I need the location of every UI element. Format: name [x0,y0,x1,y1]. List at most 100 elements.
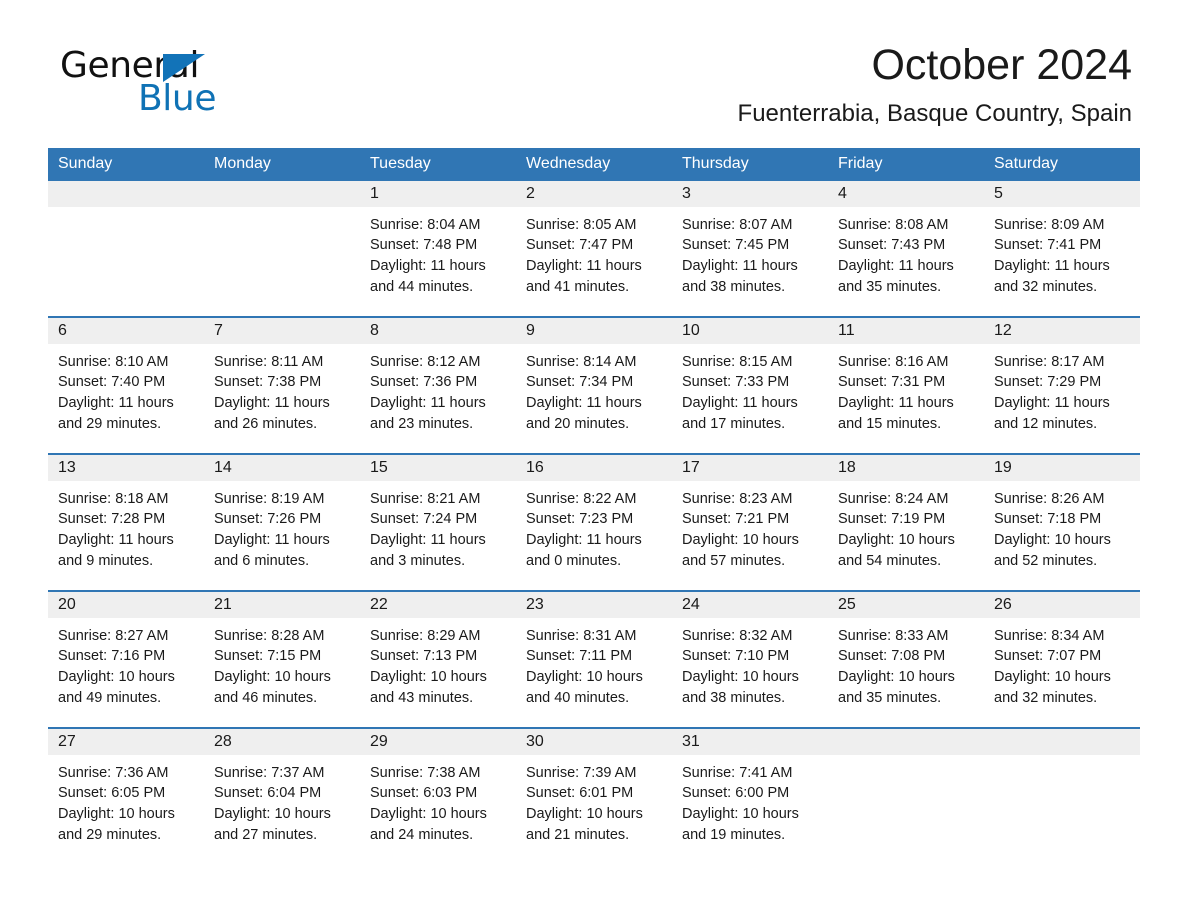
day-number: 26 [984,591,1140,618]
sunset-text: Sunset: 7:36 PM [370,374,478,391]
daylight-text: Daylight: 11 hours and 26 minutes. [214,394,330,432]
weekday-header-row: Sunday Monday Tuesday Wednesday Thursday… [48,148,1140,181]
weekday-header-thursday: Thursday [672,148,828,181]
calendar-day-cell[interactable]: 10 Sunrise: 8:15 AM Sunset: 7:33 PM Dayligh… [672,315,828,454]
calendar-day-cell[interactable]: 23 Sunrise: 8:31 AM Sunset: 7:11 PM Dayligh… [516,589,672,728]
day-details: Sunrise: 8:10 AM Sunset: 7:40 PM Daylight:… [48,344,204,434]
sunset-text: Sunset: 7:16 PM [58,648,166,665]
sunrise-text: Sunrise: 8:22 AM [526,490,637,507]
day-details: Sunrise: 8:34 AM Sunset: 7:07 PM Daylight:… [984,618,1140,708]
day-details: Sunrise: 8:16 AM Sunset: 7:31 PM Daylight:… [828,344,984,434]
day-number: 8 [360,317,516,344]
day-details: Sunrise: 8:19 AM Sunset: 7:26 PM Daylight:… [204,481,360,571]
sunrise-text: Sunrise: 8:18 AM [58,490,169,507]
daylight-text: Daylight: 11 hours and 0 minutes. [526,531,642,569]
calendar-day-cell-empty [828,726,984,864]
daylight-text: Daylight: 11 hours and 38 minutes. [682,257,798,295]
calendar-day-cell[interactable]: 5 Sunrise: 8:09 AM Sunset: 7:41 PM Daylight… [984,180,1140,317]
sunset-text: Sunset: 7:19 PM [838,511,946,528]
sunset-text: Sunset: 7:08 PM [838,648,946,665]
calendar-week-row: 27 Sunrise: 7:36 AM Sunset: 6:05 PM Dayligh… [48,726,1140,864]
calendar-day-cell[interactable]: 25 Sunrise: 8:33 AM Sunset: 7:08 PM Dayligh… [828,589,984,728]
sunset-text: Sunset: 7:26 PM [214,511,322,528]
day-details: Sunrise: 7:41 AM Sunset: 6:00 PM Daylight:… [672,755,828,845]
calendar-day-cell[interactable]: 18 Sunrise: 8:24 AM Sunset: 7:19 PM Dayligh… [828,452,984,591]
sunset-text: Sunset: 7:33 PM [682,374,790,391]
day-number: 6 [48,317,204,344]
calendar-day-cell[interactable]: 24 Sunrise: 8:32 AM Sunset: 7:10 PM Dayligh… [672,589,828,728]
calendar-day-cell[interactable]: 22 Sunrise: 8:29 AM Sunset: 7:13 PM Dayligh… [360,589,516,728]
day-number: 19 [984,454,1140,481]
weekday-header-friday: Friday [828,148,984,181]
brand-logo[interactable]: General Blue [60,48,380,120]
daylight-text: Daylight: 10 hours and 29 minutes. [58,805,175,843]
sunset-text: Sunset: 7:23 PM [526,511,634,528]
calendar-day-cell[interactable]: 13 Sunrise: 8:18 AM Sunset: 7:28 PM Dayligh… [48,452,204,591]
sunrise-text: Sunrise: 8:19 AM [214,490,325,507]
day-details: Sunrise: 8:33 AM Sunset: 7:08 PM Daylight:… [828,618,984,708]
calendar-day-cell[interactable]: 12 Sunrise: 8:17 AM Sunset: 7:29 PM Dayligh… [984,315,1140,454]
sunset-text: Sunset: 7:43 PM [838,237,946,254]
calendar-day-cell[interactable]: 19 Sunrise: 8:26 AM Sunset: 7:18 PM Dayligh… [984,452,1140,591]
calendar-day-cell[interactable]: 16 Sunrise: 8:22 AM Sunset: 7:23 PM Dayligh… [516,452,672,591]
sunset-text: Sunset: 7:29 PM [994,374,1102,391]
brand-name-blue: Blue [138,78,217,119]
sunrise-text: Sunrise: 8:21 AM [370,490,481,507]
day-number: 27 [48,728,204,755]
calendar-day-cell-empty [204,180,360,317]
day-details: Sunrise: 8:12 AM Sunset: 7:36 PM Daylight:… [360,344,516,434]
day-details: Sunrise: 7:39 AM Sunset: 6:01 PM Daylight:… [516,755,672,845]
weekday-header-saturday: Saturday [984,148,1140,181]
day-number: 11 [828,317,984,344]
calendar-day-cell[interactable]: 30 Sunrise: 7:39 AM Sunset: 6:01 PM Dayligh… [516,726,672,864]
sunrise-text: Sunrise: 8:07 AM [682,216,793,233]
sunset-text: Sunset: 7:47 PM [526,237,634,254]
daylight-text: Daylight: 11 hours and 23 minutes. [370,394,486,432]
day-details: Sunrise: 8:04 AM Sunset: 7:48 PM Daylight:… [360,207,516,297]
calendar-day-cell[interactable]: 17 Sunrise: 8:23 AM Sunset: 7:21 PM Dayligh… [672,452,828,591]
calendar-day-cell[interactable]: 1 Sunrise: 8:04 AM Sunset: 7:48 PM Daylight… [360,180,516,317]
daylight-text: Daylight: 11 hours and 32 minutes. [994,257,1110,295]
calendar-day-cell[interactable]: 11 Sunrise: 8:16 AM Sunset: 7:31 PM Dayligh… [828,315,984,454]
day-details: Sunrise: 8:32 AM Sunset: 7:10 PM Daylight:… [672,618,828,708]
day-details: Sunrise: 8:11 AM Sunset: 7:38 PM Daylight:… [204,344,360,434]
calendar-day-cell[interactable]: 20 Sunrise: 8:27 AM Sunset: 7:16 PM Dayligh… [48,589,204,728]
day-number [48,180,204,207]
calendar-day-cell[interactable]: 28 Sunrise: 7:37 AM Sunset: 6:04 PM Dayligh… [204,726,360,864]
calendar-week-row: 1 Sunrise: 8:04 AM Sunset: 7:48 PM Daylight… [48,180,1140,317]
calendar-day-cell-empty [48,180,204,317]
sunrise-text: Sunrise: 8:11 AM [214,353,324,370]
day-details: Sunrise: 8:18 AM Sunset: 7:28 PM Daylight:… [48,481,204,571]
sunrise-text: Sunrise: 7:38 AM [370,764,481,781]
sunrise-text: Sunrise: 8:34 AM [994,627,1105,644]
calendar-day-cell[interactable]: 2 Sunrise: 8:05 AM Sunset: 7:47 PM Daylight… [516,180,672,317]
daylight-text: Daylight: 10 hours and 57 minutes. [682,531,799,569]
calendar-day-cell[interactable]: 29 Sunrise: 7:38 AM Sunset: 6:03 PM Dayligh… [360,726,516,864]
sunset-text: Sunset: 7:45 PM [682,237,790,254]
calendar-day-cell[interactable]: 14 Sunrise: 8:19 AM Sunset: 7:26 PM Dayligh… [204,452,360,591]
calendar-day-cell[interactable]: 6 Sunrise: 8:10 AM Sunset: 7:40 PM Daylight… [48,315,204,454]
day-number: 22 [360,591,516,618]
day-number: 17 [672,454,828,481]
sunset-text: Sunset: 6:00 PM [682,785,790,802]
calendar-day-cell[interactable]: 31 Sunrise: 7:41 AM Sunset: 6:00 PM Dayligh… [672,726,828,864]
calendar-day-cell[interactable]: 21 Sunrise: 8:28 AM Sunset: 7:15 PM Dayligh… [204,589,360,728]
calendar-day-cell[interactable]: 9 Sunrise: 8:14 AM Sunset: 7:34 PM Daylight… [516,315,672,454]
day-number [204,180,360,207]
calendar-day-cell[interactable]: 3 Sunrise: 8:07 AM Sunset: 7:45 PM Daylight… [672,180,828,317]
day-number: 25 [828,591,984,618]
calendar-day-cell[interactable]: 27 Sunrise: 7:36 AM Sunset: 6:05 PM Dayligh… [48,726,204,864]
sunrise-text: Sunrise: 7:41 AM [682,764,793,781]
calendar-day-cell[interactable]: 15 Sunrise: 8:21 AM Sunset: 7:24 PM Dayligh… [360,452,516,591]
day-details: Sunrise: 8:05 AM Sunset: 7:47 PM Daylight:… [516,207,672,297]
calendar-day-cell[interactable]: 7 Sunrise: 8:11 AM Sunset: 7:38 PM Daylight… [204,315,360,454]
daylight-text: Daylight: 11 hours and 44 minutes. [370,257,486,295]
calendar-day-cell[interactable]: 26 Sunrise: 8:34 AM Sunset: 7:07 PM Dayligh… [984,589,1140,728]
calendar-day-cell[interactable]: 4 Sunrise: 8:08 AM Sunset: 7:43 PM Daylight… [828,180,984,317]
calendar-day-cell[interactable]: 8 Sunrise: 8:12 AM Sunset: 7:36 PM Daylight… [360,315,516,454]
sunset-text: Sunset: 6:04 PM [214,785,322,802]
day-number: 9 [516,317,672,344]
day-number: 28 [204,728,360,755]
day-details: Sunrise: 8:21 AM Sunset: 7:24 PM Daylight:… [360,481,516,571]
calendar-grid: Sunday Monday Tuesday Wednesday Thursday… [48,148,1140,864]
